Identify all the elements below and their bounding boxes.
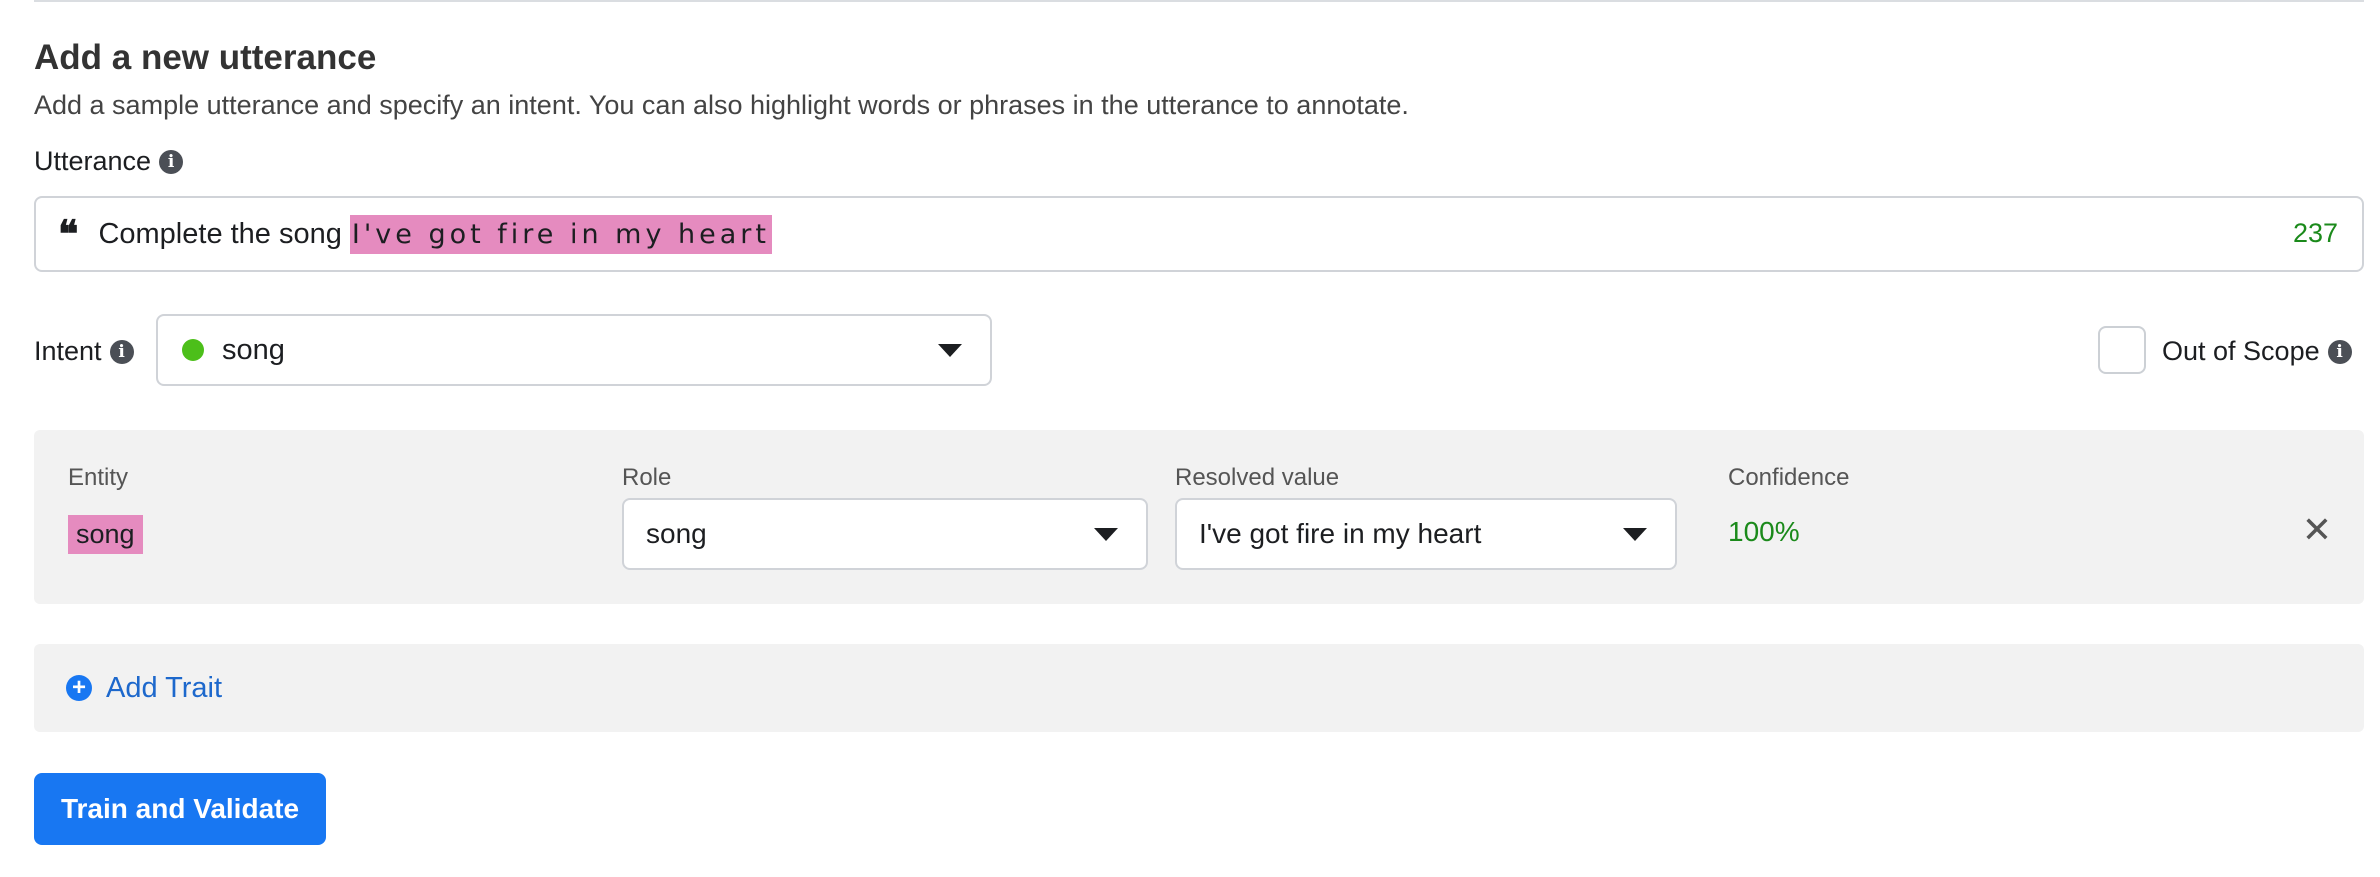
info-icon[interactable]: i [2327, 339, 2352, 364]
train-and-validate-button[interactable]: Train and Validate [34, 773, 326, 845]
confidence-value: 100% [1728, 516, 1800, 547]
intent-color-dot [182, 339, 204, 361]
top-divider [34, 0, 2364, 2]
utterance-text[interactable]: Complete the song I've got fire in my he… [98, 214, 772, 254]
plus-circle-icon: + [66, 675, 92, 701]
role-dropdown[interactable]: song [622, 498, 1148, 570]
out-of-scope-label-row: Out of Scope i [2162, 336, 2352, 367]
entity-panel: Entity Role Resolved value Confidence so… [34, 430, 2364, 604]
resolved-value: I've got fire in my heart [1199, 518, 1482, 549]
confidence-column-header: Confidence [1728, 464, 1850, 491]
info-icon[interactable]: i [159, 149, 184, 174]
utterance-highlighted-entity[interactable]: I've got fire in my heart [349, 214, 772, 254]
close-icon[interactable]: ✕ [2302, 512, 2332, 548]
role-column-header: Role [622, 464, 672, 491]
resolved-value-dropdown[interactable]: I've got fire in my heart [1175, 498, 1677, 570]
chevron-down-icon [1094, 528, 1118, 541]
add-trait-panel[interactable]: + Add Trait [34, 644, 2364, 732]
page-description: Add a sample utterance and specify an in… [34, 90, 1409, 120]
out-of-scope-checkbox[interactable] [2098, 326, 2146, 374]
utterance-label-row: Utterance i [34, 146, 184, 177]
intent-value: song [222, 333, 285, 366]
intent-label: Intent [34, 336, 102, 366]
entity-chip[interactable]: song [68, 515, 143, 554]
resolved-value-column-header: Resolved value [1175, 464, 1340, 491]
role-value: song [646, 518, 707, 549]
intent-dropdown[interactable]: song [156, 314, 992, 386]
chevron-down-icon [938, 344, 962, 357]
out-of-scope-label: Out of Scope [2162, 336, 2320, 366]
chevron-down-icon [1623, 528, 1647, 541]
utterance-plain-text: Complete the song [98, 217, 342, 250]
intent-label-row: Intent i [34, 336, 134, 367]
entity-column-header: Entity [68, 464, 129, 491]
info-icon[interactable]: i [109, 339, 134, 364]
utterance-input[interactable]: ❝ Complete the song I've got fire in my … [34, 196, 2364, 272]
utterance-label: Utterance [34, 146, 152, 176]
add-trait-link[interactable]: Add Trait [106, 672, 222, 705]
quote-icon: ❝ [58, 211, 79, 256]
page-title: Add a new utterance [34, 38, 377, 77]
char-count: 237 [2292, 218, 2338, 248]
